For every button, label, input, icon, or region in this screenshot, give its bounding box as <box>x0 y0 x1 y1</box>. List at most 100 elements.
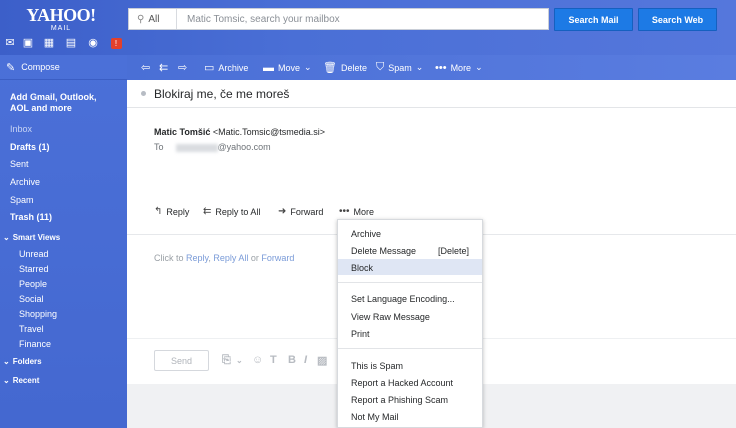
reply-all-label: Reply to All <box>215 206 261 217</box>
hint-reply-all-link[interactable]: Reply All <box>213 253 248 263</box>
messenger-icon[interactable]: ◉ <box>86 37 100 49</box>
text-color-icon[interactable]: ▨ <box>317 354 327 367</box>
more-actions-label: More <box>353 206 375 217</box>
search-web-button[interactable]: Search Web <box>638 8 717 31</box>
menu-item-view-raw[interactable]: View Raw Message <box>351 312 430 322</box>
chevron-down-icon[interactable]: ⌄ <box>236 356 243 365</box>
chevron-down-icon: ⌄ <box>415 62 424 72</box>
font-size-icon[interactable]: T <box>270 354 277 366</box>
sender-name[interactable]: Matic Tomšić <box>154 127 210 137</box>
search-icon: ⚲ <box>137 13 145 25</box>
sidebar-item-spam[interactable]: Spam <box>10 195 34 205</box>
search-scope-label: All <box>148 13 160 25</box>
reply-all-toolbar-button[interactable]: ⇇ <box>159 55 168 80</box>
more-toolbar-button[interactable]: ••• More ⌄ <box>435 55 483 80</box>
more-toolbar-label: More <box>450 62 472 73</box>
chevron-down-icon: ⌄ <box>304 62 312 72</box>
menu-item-report-phishing[interactable]: Report a Phishing Scam <box>351 395 448 405</box>
search-scope-dropdown[interactable]: ⚲ All <box>129 9 177 29</box>
sender-row: Matic Tomšić <Matic.Tomsic@tsmedia.si> <box>154 127 325 137</box>
yahoo-mail-logo[interactable]: YAHOO! MAIL <box>18 6 104 32</box>
shield-icon: ⛉ <box>376 61 385 73</box>
menu-separator <box>338 282 482 283</box>
hint-forward-link[interactable]: Forward <box>261 253 294 263</box>
archive-toolbar-label: Archive <box>218 62 249 73</box>
smart-view-travel[interactable]: Travel <box>19 324 44 334</box>
calendar-icon[interactable]: ▦ <box>42 37 56 49</box>
bold-icon[interactable]: B <box>288 354 296 366</box>
smart-views-toggle[interactable]: ⌄ Smart Views <box>3 233 60 242</box>
menu-item-delete[interactable]: Delete Message <box>351 246 416 256</box>
sidebar-item-trash[interactable]: Trash (11) <box>10 212 52 222</box>
contacts-icon[interactable]: ▣ <box>21 37 35 49</box>
menu-item-not-my-mail[interactable]: Not My Mail <box>351 412 399 422</box>
folder-icon: ▬ <box>263 61 274 74</box>
back-button[interactable]: ⇦ <box>141 55 150 80</box>
chevron-down-icon: ⌄ <box>475 62 483 72</box>
smart-view-shopping[interactable]: Shopping <box>19 309 57 319</box>
sidebar-item-sent[interactable]: Sent <box>10 159 29 169</box>
menu-item-report-hacked[interactable]: Report a Hacked Account <box>351 378 453 388</box>
hint-reply-link[interactable]: Reply <box>186 253 208 263</box>
delete-toolbar-button[interactable]: 🗑 Delete <box>323 55 367 80</box>
attachment-icon[interactable]: ⎘ <box>222 354 231 367</box>
subject-bar: Blokiraj me, če me moreš <box>127 80 736 108</box>
compose-button[interactable]: ✎ Compose <box>0 55 127 80</box>
reply-all-icon: ⇇ <box>203 206 212 217</box>
recipient-row: To @yahoo.com <box>154 142 271 152</box>
smart-view-finance[interactable]: Finance <box>19 339 51 349</box>
add-accounts-line-1: Add Gmail, Outlook, <box>10 92 97 102</box>
mail-icon[interactable]: ✉ <box>3 37 17 49</box>
notepad-icon[interactable]: ▤ <box>64 37 78 49</box>
sidebar-item-archive[interactable]: Archive <box>10 177 40 187</box>
delete-toolbar-label: Delete <box>340 62 367 73</box>
smart-view-starred[interactable]: Starred <box>19 264 49 274</box>
emoji-icon[interactable]: ☺ <box>252 354 263 366</box>
sidebar-item-drafts[interactable]: Drafts (1) <box>10 142 50 152</box>
menu-item-print[interactable]: Print <box>351 329 370 339</box>
search-input[interactable] <box>177 9 548 29</box>
smart-view-social[interactable]: Social <box>19 294 44 304</box>
archive-icon: ▭ <box>204 62 215 74</box>
forward-button[interactable]: ➜ Forward <box>278 206 323 217</box>
add-accounts-link[interactable]: Add Gmail, Outlook, AOL and more <box>10 92 97 113</box>
search-mail-button[interactable]: Search Mail <box>554 8 633 31</box>
move-toolbar-label: Move <box>278 62 301 73</box>
quick-reply-hint[interactable]: Click to Reply, Reply All or Forward <box>154 253 294 263</box>
unread-dot-icon <box>141 91 146 96</box>
reply-button[interactable]: ↰ Reply <box>154 206 189 217</box>
trash-icon: 🗑 <box>323 62 337 74</box>
reply-all-icon: ⇇ <box>159 62 169 74</box>
move-toolbar-button[interactable]: ▬ Move ⌄ <box>263 55 312 80</box>
sidebar-item-inbox[interactable]: Inbox <box>10 124 32 134</box>
italic-icon[interactable]: I <box>304 354 307 366</box>
menu-item-block[interactable]: Block <box>351 263 373 273</box>
smart-view-people[interactable]: People <box>19 279 47 289</box>
arrow-right-icon: ⇨ <box>178 62 188 74</box>
message-subject: Blokiraj me, če me moreš <box>154 86 290 101</box>
newsfeed-icon[interactable]: ! <box>109 37 123 49</box>
redacted-recipient <box>175 143 218 152</box>
forward-icon: ➜ <box>278 206 287 217</box>
menu-separator <box>338 348 482 349</box>
delete-shortcut-hint: [Delete] <box>438 246 470 256</box>
forward-toolbar-button[interactable]: ⇨ <box>178 55 187 80</box>
menu-item-spam[interactable]: This is Spam <box>351 361 403 371</box>
send-button[interactable]: Send <box>154 350 209 371</box>
archive-toolbar-button[interactable]: ▭ Archive <box>204 55 248 80</box>
menu-item-set-encoding[interactable]: Set Language Encoding... <box>351 294 455 304</box>
search-bar: ⚲ All <box>128 8 549 30</box>
chevron-down-icon: ⌄ <box>3 357 10 366</box>
reply-all-button[interactable]: ⇇ Reply to All <box>203 206 260 217</box>
smart-view-unread[interactable]: Unread <box>19 249 49 259</box>
more-actions-button[interactable]: ••• More <box>339 206 374 217</box>
reply-label: Reply <box>166 206 190 217</box>
recent-toggle[interactable]: ⌄ Recent <box>3 376 39 385</box>
pencil-icon: ✎ <box>6 61 16 74</box>
folders-toggle[interactable]: ⌄ Folders <box>3 357 42 366</box>
menu-item-archive[interactable]: Archive <box>351 229 381 239</box>
chevron-down-icon: ⌄ <box>3 233 10 242</box>
compose-label: Compose <box>21 62 60 72</box>
spam-toolbar-button[interactable]: ⛉ Spam ⌄ <box>376 55 423 80</box>
hint-separator: or <box>248 253 262 263</box>
